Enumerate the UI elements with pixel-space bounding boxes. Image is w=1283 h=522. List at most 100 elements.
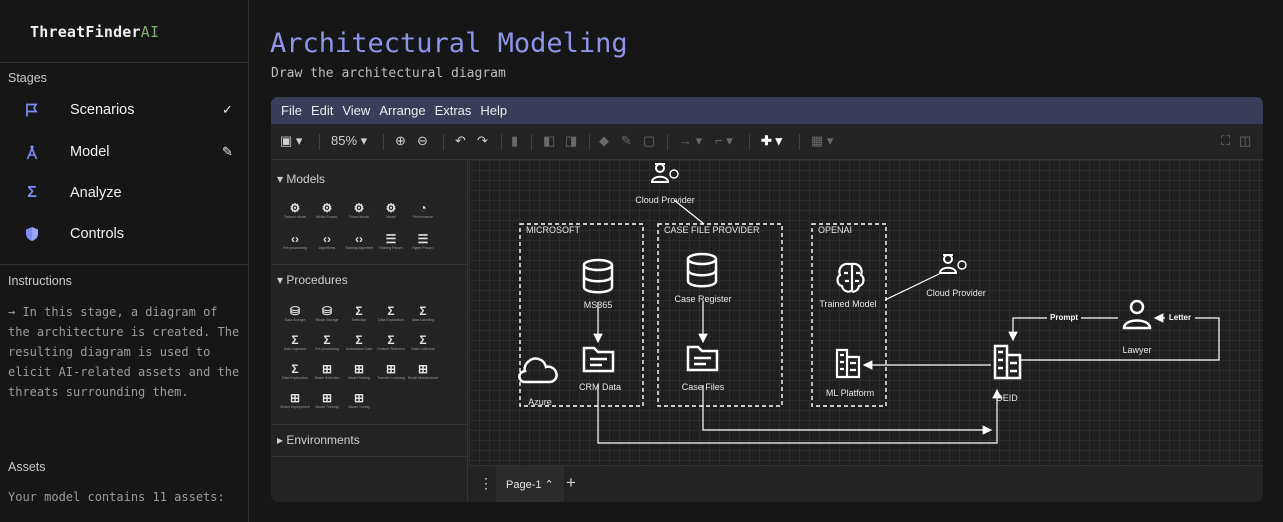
add-page-button[interactable]: + xyxy=(566,473,576,493)
sigma-icon[interactable]: Σ Detection xyxy=(345,304,373,326)
sliders-icon[interactable]: ☰ Training Param. xyxy=(377,232,405,254)
fill-color-icon[interactable]: ◆ xyxy=(599,133,609,149)
to-back-icon[interactable]: ◨ xyxy=(565,133,577,149)
table-icon[interactable]: ▦ ▾ xyxy=(811,133,833,149)
brand-logo[interactable]: ThreatFinderAI xyxy=(30,23,159,41)
brain-icon[interactable]: ⚙ Tuned Model xyxy=(345,201,373,223)
stage-label: Analyze xyxy=(70,185,122,201)
stage-controls[interactable]: Controls xyxy=(0,216,249,252)
toolbar-separator xyxy=(589,134,590,150)
sigma-icon[interactable]: Σ Pre-processing xyxy=(313,333,341,355)
menu-file[interactable]: File xyxy=(281,103,302,118)
sigma-icon[interactable]: Σ Data Exploration xyxy=(281,362,309,384)
code-icon[interactable]: ‹› Training Algorithm xyxy=(345,232,373,254)
node-label: ML Platform xyxy=(826,388,874,398)
stage-scenarios[interactable]: Scenarios ✓ xyxy=(0,92,249,128)
node-deid[interactable]: DEID xyxy=(993,344,1022,403)
insert-icon[interactable]: ✚ ▾ xyxy=(761,133,782,149)
node-case-files[interactable]: Case Files xyxy=(682,345,725,392)
stage-model[interactable]: Model ✎ xyxy=(0,134,249,170)
brain-icon[interactable]: ⚙ Model Param. xyxy=(313,201,341,223)
flow-icon[interactable]: ⊞ Model Selection xyxy=(313,362,341,384)
sigma-icon[interactable]: Σ Understand Data xyxy=(345,333,373,355)
flow-icon[interactable]: ⊞ Model Tuning xyxy=(345,391,373,413)
toolbar-separator xyxy=(501,134,502,150)
container-label: CASE FILE PROVIDER xyxy=(664,225,760,235)
sigma-icon[interactable]: Σ Data Labelling xyxy=(409,304,437,326)
node-ml-platform[interactable]: ML Platform xyxy=(826,348,874,398)
edge-letter[interactable] xyxy=(1020,313,1220,361)
node-trained-model[interactable]: Trained Model xyxy=(819,262,877,309)
folder-icon xyxy=(686,345,719,372)
pencil-icon: ✎ xyxy=(222,144,233,159)
stage-label: Scenarios xyxy=(70,102,135,118)
flow-icon[interactable]: ⊞ Model Training xyxy=(313,391,341,413)
fullscreen-icon[interactable]: ⛶ xyxy=(1221,133,1230,149)
container-case-file-provider[interactable]: CASE FILE PROVIDER xyxy=(657,223,783,407)
menu-extras[interactable]: Extras xyxy=(435,103,472,118)
node-cloud-provider-top[interactable]: Cloud Provider xyxy=(635,163,695,205)
sigma-icon[interactable]: Σ Data Collection xyxy=(409,333,437,355)
palette-section-environments[interactable]: ▸ Environments xyxy=(277,433,360,447)
stage-analyze[interactable]: Σ Analyze xyxy=(0,175,249,211)
checkmark-icon: ✓ xyxy=(222,102,233,117)
format-panel-icon[interactable]: ▣ ▾ xyxy=(280,133,302,149)
menu-view[interactable]: View xyxy=(342,103,370,118)
toolbar-separator xyxy=(531,134,532,150)
building-icon xyxy=(993,344,1022,380)
page-tab[interactable]: Page-1 ⌃ xyxy=(496,466,564,502)
container-openai[interactable]: OPENAI xyxy=(811,223,887,407)
divider xyxy=(0,62,249,63)
waypoints-icon[interactable]: ⌐ ▾ xyxy=(715,133,733,149)
palette-section-procedures[interactable]: ▾ Procedures xyxy=(277,273,348,287)
menu-edit[interactable]: Edit xyxy=(311,103,333,118)
zoom-in-icon[interactable]: ⊕ xyxy=(395,133,406,149)
menu-bar: File Edit View Arrange Extras Help xyxy=(271,97,1263,124)
menu-arrange[interactable]: Arrange xyxy=(379,103,425,118)
node-label: Azure xyxy=(528,397,552,407)
edge-label-letter: Letter xyxy=(1165,312,1195,323)
sliders-icon[interactable]: ☰ Hyper Param. xyxy=(409,232,437,254)
container-microsoft[interactable]: MICROSOFT xyxy=(519,223,644,407)
diagram-canvas[interactable]: MICROSOFT CASE FILE PROVIDER OPENAI Prom… xyxy=(469,160,1263,465)
node-case-register[interactable]: Case Register xyxy=(674,252,732,304)
zoom-out-icon[interactable]: ⊖ xyxy=(417,133,428,149)
database-icon[interactable]: ⛁ Model Storage xyxy=(313,304,341,326)
sigma-icon[interactable]: Σ Data Exploration xyxy=(377,304,405,326)
database-icon[interactable]: ⛁ Data Storage xyxy=(281,304,309,326)
undo-icon[interactable]: ↶ xyxy=(455,133,466,149)
brain-icon[interactable]: ⚙ Trained Model xyxy=(281,201,309,223)
to-front-icon[interactable]: ◧ xyxy=(543,133,555,149)
code-icon[interactable]: ‹› Pre-processing xyxy=(281,232,309,254)
line-color-icon[interactable]: ✎ xyxy=(621,133,632,149)
pages-menu-icon[interactable]: ⋮ xyxy=(479,475,493,492)
sigma-icon[interactable]: Σ Feature Selection xyxy=(377,333,405,355)
node-label: Lawyer xyxy=(1122,345,1151,355)
delete-icon[interactable]: ▮ xyxy=(511,133,518,149)
shape-palette: ▾ Models ⚙ Trained Model ⚙ Model Param. ⚙ T… xyxy=(271,160,468,502)
flow-icon[interactable]: ⊞ Model Maintenance xyxy=(408,362,439,384)
stage-label: Model xyxy=(70,144,110,160)
node-azure[interactable]: Azure xyxy=(517,357,558,407)
code-icon[interactable]: ‹› Algorithms xyxy=(313,232,341,254)
brain-icon[interactable]: ⚙ Model xyxy=(377,201,405,223)
gauge-icon[interactable]: ◔ Performance xyxy=(409,201,437,223)
node-lawyer[interactable]: Lawyer xyxy=(1122,299,1152,355)
flow-icon[interactable]: ⊞ Transfer Learning xyxy=(377,362,405,384)
node-label: MS365 xyxy=(584,300,613,310)
zoom-select[interactable]: 85% ▾ xyxy=(331,133,367,149)
brain-icon xyxy=(836,262,865,293)
flow-icon[interactable]: ⊞ Model Deployment xyxy=(280,391,309,413)
node-ms365[interactable]: MS365 xyxy=(582,258,614,310)
assets-heading: Assets xyxy=(8,460,46,474)
sigma-icon: Σ xyxy=(27,184,37,201)
shadow-icon[interactable]: ▢ xyxy=(643,133,655,149)
panel-toggle-icon[interactable]: ◫ xyxy=(1239,133,1251,149)
flow-icon[interactable]: ⊞ Model Testing xyxy=(345,362,373,384)
redo-icon[interactable]: ↷ xyxy=(477,133,488,149)
palette-section-models[interactable]: ▾ Models xyxy=(277,172,325,186)
sigma-icon[interactable]: Σ Data Ingestion xyxy=(281,333,309,355)
node-crm-data[interactable]: CRM Data xyxy=(579,346,621,392)
menu-help[interactable]: Help xyxy=(480,103,507,118)
connection-icon[interactable]: → ▾ xyxy=(679,133,702,149)
